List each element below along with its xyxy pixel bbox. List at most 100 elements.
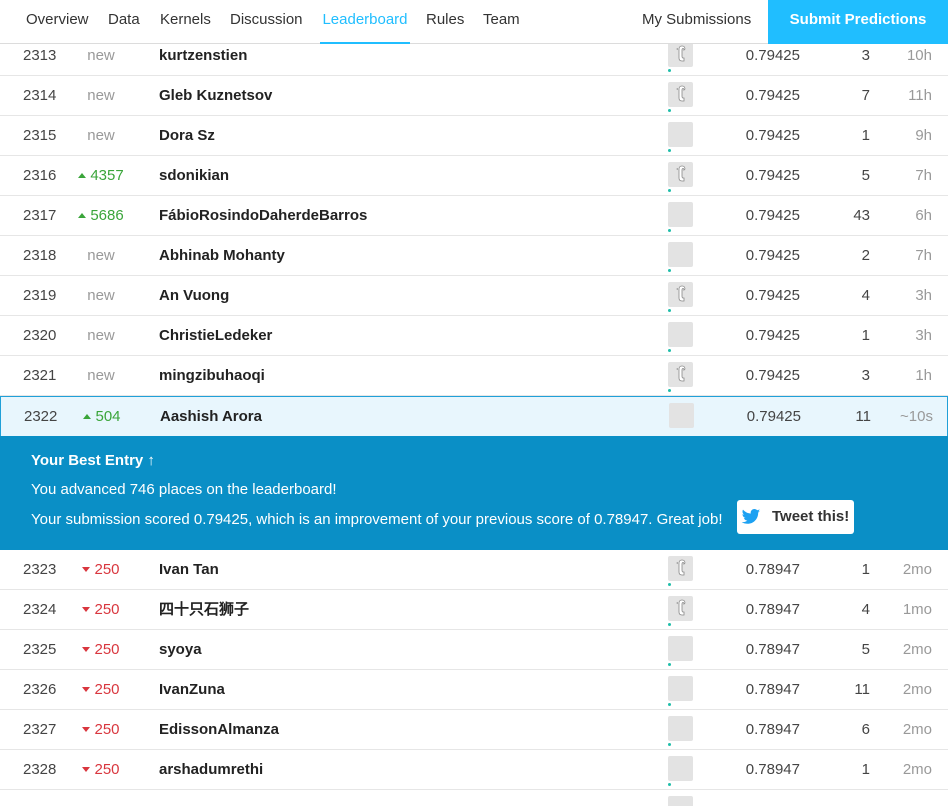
rank: 2318 — [23, 247, 57, 264]
table-row[interactable]: 2326 250 IvanZuna 0.78947 11 2mo — [0, 670, 948, 710]
table-row[interactable]: 2315 new Dora Sz 0.79425 1 9h — [0, 116, 948, 156]
avatar[interactable] — [669, 403, 694, 428]
last-submission: 1mo — [902, 601, 932, 618]
last-submission: 7h — [915, 247, 932, 264]
tab-leaderboard[interactable]: Leaderboard — [320, 0, 410, 44]
rank-up-icon — [83, 414, 92, 419]
score: 0.79425 — [745, 127, 800, 144]
team-name[interactable]: mingzibuhaoqi — [159, 356, 265, 396]
entries-count: 6 — [861, 721, 870, 738]
avatar[interactable] — [668, 122, 693, 147]
twitter-icon — [741, 509, 761, 524]
avatar[interactable] — [668, 716, 693, 741]
team-member-dot — [668, 389, 671, 392]
rank-change: 250 — [70, 710, 132, 750]
team-name[interactable]: Ivan Tan — [159, 550, 219, 590]
team-name[interactable]: An Vuong — [159, 276, 229, 316]
table-row[interactable]: 2320 new ChristieLedeker 0.79425 1 3h — [0, 316, 948, 356]
tab-team[interactable]: Team — [483, 0, 520, 44]
avatar[interactable] — [668, 636, 693, 661]
team-name[interactable]: syoya — [159, 630, 202, 670]
team-name[interactable]: Gleb Kuznetsov — [159, 76, 272, 116]
table-row[interactable]: 2321 new mingzibuhaoqi 0.79425 3 1h — [0, 356, 948, 396]
table-row[interactable]: 2327 250 EdissonAlmanza 0.78947 6 2mo — [0, 710, 948, 750]
team-member-dot — [668, 309, 671, 312]
rank-change: 250 — [70, 750, 132, 790]
tab-discussion[interactable]: Discussion — [230, 0, 303, 44]
team-name[interactable]: sdonikian — [159, 156, 229, 196]
goose-avatar-icon — [676, 45, 686, 62]
entries-count: 11 — [854, 681, 870, 698]
avatar[interactable] — [668, 322, 693, 347]
avatar[interactable] — [668, 556, 693, 581]
avatar[interactable] — [668, 282, 693, 307]
tab-data[interactable]: Data — [108, 0, 140, 44]
avatar[interactable] — [668, 676, 693, 701]
table-row-partial[interactable] — [0, 790, 948, 806]
team-name[interactable]: Aashish Arora — [160, 397, 262, 437]
score: 0.78947 — [745, 561, 800, 578]
avatar[interactable] — [668, 596, 693, 621]
tab-kernels[interactable]: Kernels — [160, 0, 211, 44]
avatar[interactable] — [668, 202, 693, 227]
my-entry-row[interactable]: 2322 504 Aashish Arora 0.79425 11 ~10s — [0, 396, 948, 437]
entries-count: 3 — [861, 367, 870, 384]
tab-rules[interactable]: Rules — [426, 0, 464, 44]
last-submission: 11h — [908, 87, 932, 104]
team-member-dot — [668, 783, 671, 786]
table-row[interactable]: 2314 new Gleb Kuznetsov 0.79425 7 11h — [0, 76, 948, 116]
table-row[interactable]: 2328 250 arshadumrethi 0.78947 1 2mo — [0, 750, 948, 790]
team-name[interactable]: Abhinab Mohanty — [159, 236, 285, 276]
team-name[interactable]: FábioRosindoDaherdeBarros — [159, 196, 367, 236]
rank: 2327 — [23, 721, 57, 738]
team-member-dot — [668, 663, 671, 666]
team-name[interactable]: Dora Sz — [159, 116, 215, 156]
submit-predictions-button[interactable]: Submit Predictions — [768, 0, 948, 44]
team-name[interactable]: IvanZuna — [159, 670, 225, 710]
avatar[interactable] — [668, 362, 693, 387]
avatar[interactable] — [668, 42, 693, 67]
entries-count: 43 — [853, 207, 870, 224]
tab-overview[interactable]: Overview — [26, 0, 89, 44]
last-submission: 9h — [915, 127, 932, 144]
score: 0.78947 — [745, 681, 800, 698]
rank-change: new — [87, 87, 115, 104]
team-name[interactable]: ChristieLedeker — [159, 316, 272, 356]
team-member-dot — [668, 743, 671, 746]
entries-count: 5 — [861, 641, 870, 658]
table-row[interactable]: 2324 250 四十只石狮子 0.78947 4 1mo — [0, 590, 948, 630]
avatar[interactable] — [668, 82, 693, 107]
tweet-button[interactable]: Tweet this! — [737, 500, 854, 534]
table-row[interactable]: 2317 5686 FábioRosindoDaherdeBarros 0.79425… — [0, 196, 948, 236]
team-member-dot — [668, 583, 671, 586]
team-name[interactable]: 四十只石狮子 — [159, 590, 249, 630]
arrow-up-icon: ↑ — [147, 452, 155, 469]
table-row[interactable]: 2318 new Abhinab Mohanty 0.79425 2 7h — [0, 236, 948, 276]
entries-count: 1 — [861, 327, 870, 344]
rank: 2314 — [23, 87, 57, 104]
score: 0.79425 — [745, 327, 800, 344]
my-submissions-link[interactable]: My Submissions — [642, 0, 751, 44]
team-name[interactable]: arshadumrethi — [159, 750, 263, 790]
goose-avatar-icon — [676, 285, 686, 302]
team-name[interactable]: EdissonAlmanza — [159, 710, 279, 750]
goose-avatar-icon — [676, 599, 686, 616]
entries-count: 11 — [855, 408, 871, 425]
rank-change: 4357 — [70, 156, 132, 196]
avatar[interactable] — [668, 242, 693, 267]
rank: 2319 — [23, 287, 57, 304]
rank-change: new — [87, 247, 115, 264]
table-row[interactable]: 2316 4357 sdonikian 0.79425 5 7h — [0, 156, 948, 196]
team-member-dot — [668, 703, 671, 706]
score: 0.78947 — [745, 641, 800, 658]
avatar[interactable] — [668, 162, 693, 187]
table-row[interactable]: 2325 250 syoya 0.78947 5 2mo — [0, 630, 948, 670]
table-row[interactable]: 2319 new An Vuong 0.79425 4 3h — [0, 276, 948, 316]
rank: 2326 — [23, 681, 57, 698]
table-row[interactable]: 2323 250 Ivan Tan 0.78947 1 2mo — [0, 550, 948, 590]
rank: 2323 — [23, 561, 57, 578]
avatar[interactable] — [668, 756, 693, 781]
score: 0.78947 — [745, 761, 800, 778]
rank-up-icon — [78, 173, 87, 178]
avatar[interactable] — [668, 796, 693, 806]
